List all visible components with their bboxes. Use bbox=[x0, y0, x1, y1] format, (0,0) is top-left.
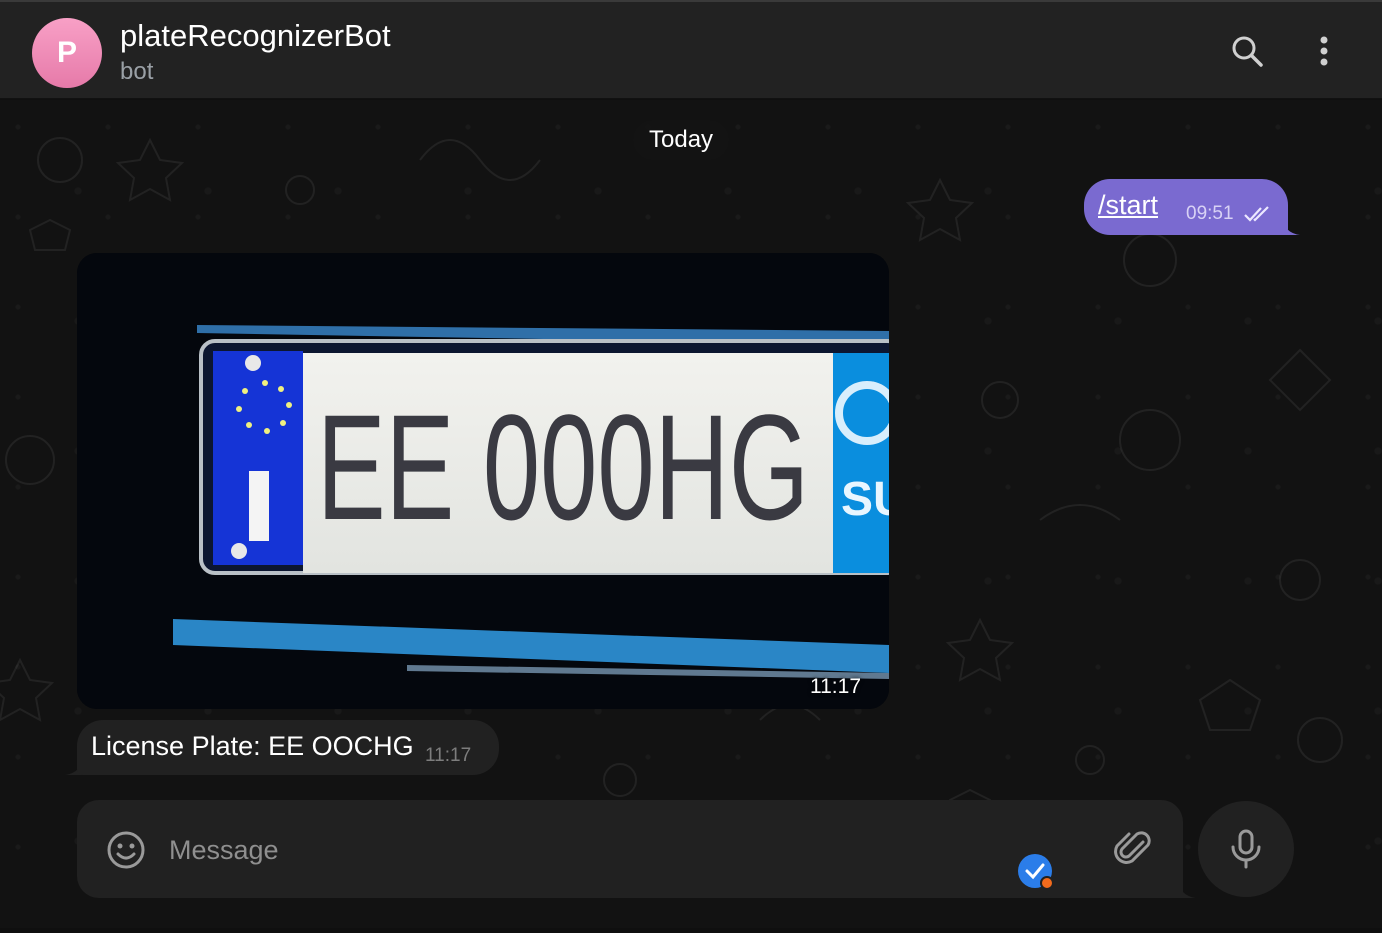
chat-title[interactable]: plateRecognizerBot bbox=[120, 18, 391, 54]
more-vertical-icon bbox=[1320, 36, 1328, 66]
double-check-icon bbox=[1244, 206, 1269, 222]
license-plate-photo: EE 000HG SU bbox=[77, 253, 889, 709]
outgoing-message[interactable]: /start 09:51 bbox=[1084, 179, 1288, 235]
photo-time: 11:17 bbox=[810, 675, 861, 698]
message-time: 09:51 bbox=[1186, 203, 1234, 224]
plate-text: EE 000HG bbox=[317, 384, 809, 551]
paperclip-icon bbox=[1114, 831, 1151, 864]
incoming-message[interactable]: License Plate: EE OOCHG 11:17 bbox=[77, 720, 499, 775]
plate-side-text: SU bbox=[841, 473, 889, 526]
emoji-button[interactable] bbox=[105, 829, 147, 871]
command-link[interactable]: /start bbox=[1098, 190, 1158, 221]
emoji-icon bbox=[107, 831, 145, 869]
microphone-icon bbox=[1231, 829, 1261, 869]
search-icon bbox=[1232, 36, 1263, 67]
voice-record-button[interactable] bbox=[1198, 801, 1294, 897]
more-options-button[interactable] bbox=[1303, 30, 1345, 72]
chat-header: P plateRecognizerBot bot bbox=[0, 0, 1382, 99]
date-separator: Today bbox=[633, 120, 730, 160]
search-button[interactable] bbox=[1226, 30, 1268, 72]
attach-button[interactable] bbox=[1113, 828, 1155, 870]
chat-subtitle: bot bbox=[120, 58, 154, 85]
avatar-letter: P bbox=[56, 36, 77, 69]
message-time: 11:17 bbox=[425, 745, 472, 766]
message-input[interactable] bbox=[167, 826, 991, 874]
verified-badge bbox=[1017, 853, 1054, 890]
photo-message[interactable]: EE 000HG SU bbox=[77, 253, 889, 709]
message-text: License Plate: EE OOCHG bbox=[91, 731, 414, 761]
avatar[interactable]: P bbox=[32, 18, 102, 88]
check-badge-icon bbox=[1018, 854, 1054, 890]
